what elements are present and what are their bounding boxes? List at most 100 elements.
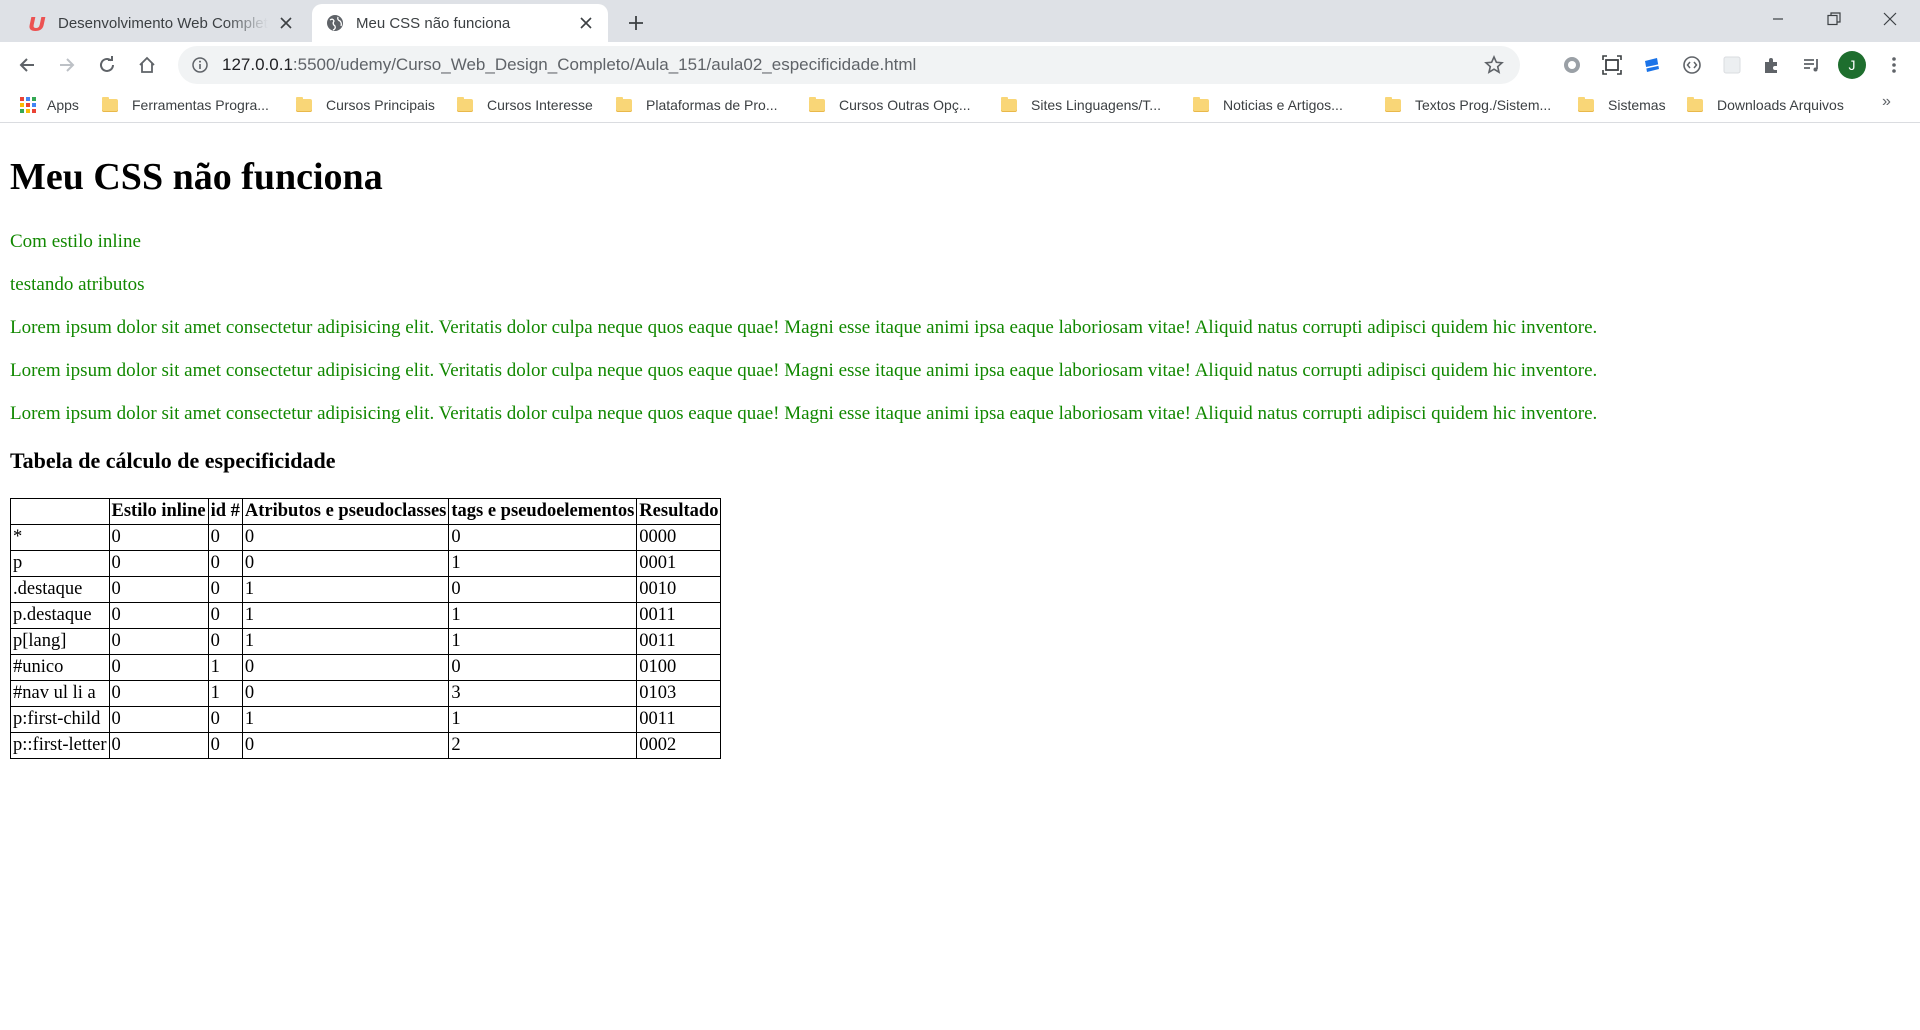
forward-button[interactable] [51,49,83,81]
blank-extension-icon[interactable] [1718,51,1746,79]
table-cell: p [10,550,110,577]
folder-icon [1687,96,1703,112]
bookmarks-overflow-button[interactable]: » [1882,93,1891,111]
folder-icon [616,96,632,112]
restore-icon [1827,12,1841,26]
table-cell: 0 [207,628,243,655]
minimize-button[interactable] [1750,0,1806,38]
bookmark-folder[interactable]: Plataformas de Pro... [616,93,778,117]
back-button[interactable] [11,49,43,81]
table-cell: 0103 [636,680,722,707]
extension-gear-icon[interactable] [1558,51,1586,79]
screenshot-extension-icon[interactable] [1598,51,1626,79]
reload-icon [100,56,114,72]
tab-desenvolvimento-web[interactable]: Desenvolvimento Web Completo [0,4,308,42]
table-cell: 0 [448,524,638,551]
specificity-table: Estilo inline id # Atributos e pseudocla… [10,498,722,759]
bookmark-folder[interactable]: Noticias e Artigos... [1193,93,1343,117]
table-cell: p[lang] [10,628,110,655]
table-cell: #unico [10,654,110,681]
puzzle-icon[interactable] [1758,51,1786,79]
bookmark-label: Sites Linguagens/T... [1031,97,1161,113]
table-cell: 0001 [636,550,722,577]
table-cell: 1 [448,706,638,733]
table-cell: 0 [207,732,243,759]
table-cell: 2 [448,732,638,759]
bookmark-folder[interactable]: Cursos Outras Opç... [809,93,970,117]
table-cell: 0100 [636,654,722,681]
bookmark-label: Cursos Principais [326,97,435,113]
new-tab-button[interactable] [622,9,650,37]
table-row: p.destaque 0 0 1 1 0011 [10,602,722,629]
table-cell: 0010 [636,576,722,603]
column-header: id # [207,498,243,525]
tab-strip: Desenvolvimento Web Completo Meu CSS não… [0,0,1920,42]
bookmark-label: Sistemas [1608,97,1666,113]
home-button[interactable] [131,49,163,81]
arrow-right-icon [60,58,75,72]
close-tab-icon[interactable] [574,11,598,35]
bookmark-folder[interactable]: Sistemas [1578,93,1666,117]
bookmark-label: Cursos Interesse [487,97,593,113]
table-cell: 1 [241,576,450,603]
bookmark-star-icon[interactable] [1482,53,1506,77]
table-cell: 1 [448,628,638,655]
bookmark-folder[interactable]: Cursos Principais [296,93,435,117]
bookmark-label: Cursos Outras Opç... [839,97,971,113]
code-extension-icon[interactable] [1678,51,1706,79]
profile-avatar[interactable]: J [1838,51,1866,79]
bookmark-label: Ferramentas Progra... [132,97,269,113]
table-cell: 0 [108,524,209,551]
bookmark-label: Noticias e Artigos... [1223,97,1343,113]
folder-icon [102,96,118,112]
table-cell: #nav ul li a [10,680,110,707]
paragraph-lorem: Lorem ipsum dolor sit amet consectetur a… [10,403,1598,424]
globe-icon [324,12,346,34]
blue-extension-icon[interactable] [1638,51,1666,79]
bookmark-folder[interactable]: Textos Prog./Sistem... [1385,93,1551,117]
table-cell: 0 [108,680,209,707]
bookmark-label: Textos Prog./Sistem... [1415,97,1552,113]
folder-icon [296,96,312,112]
table-cell: 0011 [636,628,722,655]
column-header: tags e pseudoelementos [448,498,638,525]
tab-meu-css[interactable]: Meu CSS não funciona [312,4,608,42]
table-cell: p.destaque [10,602,110,629]
address-bar[interactable]: 127.0.0.1:5500/udemy/Curso_Web_Design_Co… [178,46,1520,84]
bookmark-apps[interactable]: Apps [19,93,79,117]
close-tab-icon[interactable] [274,11,298,35]
folder-icon [1385,96,1401,112]
table-cell: 0 [108,576,209,603]
paragraph-inline-style: Com estilo inline [10,231,141,252]
table-cell: 0 [108,628,209,655]
table-cell: 1 [448,602,638,629]
bookmark-label: Apps [47,97,79,113]
minimize-icon [1773,18,1783,20]
info-icon[interactable] [188,53,212,77]
media-playlist-icon[interactable] [1798,51,1826,79]
bookmark-folder[interactable]: Sites Linguagens/T... [1001,93,1161,117]
close-window-button[interactable] [1862,0,1918,38]
restore-button[interactable] [1806,0,1862,38]
udemy-icon [26,12,48,34]
home-icon [139,56,155,73]
apps-grid-icon [20,97,36,113]
tab-title: Meu CSS não funciona [356,14,511,32]
table-cell: 0 [241,524,450,551]
table-cell: 1 [241,706,450,733]
table-cell: 0 [108,654,209,681]
table-cell: 1 [207,680,243,707]
table-cell: 0011 [636,602,722,629]
bookmark-folder[interactable]: Downloads Arquivos [1687,93,1844,117]
menu-kebab-icon[interactable] [1880,51,1908,79]
bookmark-folder[interactable]: Cursos Interesse [457,93,593,117]
table-cell: 0 [108,550,209,577]
column-header: Estilo inline [108,498,209,525]
bookmark-label: Plataformas de Pro... [646,97,778,113]
table-cell: 0 [448,576,638,603]
reload-button[interactable] [91,49,123,81]
bookmark-folder[interactable]: Ferramentas Progra... [102,93,269,117]
table-cell: 0 [241,680,450,707]
table-cell: 0 [108,706,209,733]
url-text: 127.0.0.1:5500/udemy/Curso_Web_Design_Co… [222,55,916,75]
